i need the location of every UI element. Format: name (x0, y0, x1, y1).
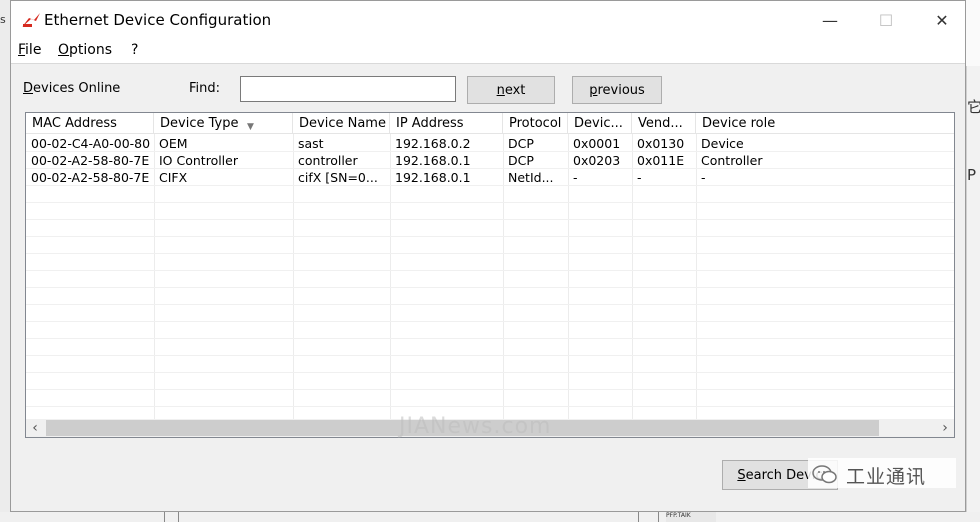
background-divider (164, 512, 165, 522)
cell-protocol: DCP (508, 153, 534, 168)
cell-device-role: Controller (701, 153, 763, 168)
grid-line (26, 219, 954, 220)
cell-ip-address: 192.168.0.1 (395, 153, 471, 168)
grid-line (26, 236, 954, 237)
grid-line (26, 372, 954, 373)
cell-device-role: - (701, 170, 706, 185)
grid-line (26, 304, 954, 305)
next-button-label: next (496, 82, 526, 98)
devices-online-label: Devices Online (23, 81, 121, 96)
background-bottom-strip (0, 512, 980, 522)
grid-line (26, 389, 954, 390)
previous-button-label: previous (589, 82, 645, 98)
background-divider (658, 512, 659, 522)
column-header-device-name[interactable]: Device Name (293, 113, 390, 133)
previous-button[interactable]: previous (572, 76, 662, 104)
maximize-button[interactable]: ☐ (863, 1, 909, 39)
cell-device-id: 0x0203 (573, 153, 621, 168)
cell-ip-address: 192.168.0.1 (395, 170, 471, 185)
close-button[interactable]: ✕ (919, 1, 965, 39)
cell-mac: 00-02-A2-58-80-7E (31, 153, 150, 168)
app-logo-icon (22, 13, 40, 27)
cell-device-id: - (573, 170, 578, 185)
background-right-text: 它 (967, 98, 980, 116)
cell-vendor-id: 0x011E (637, 153, 685, 168)
table-row[interactable]: 00-02-A2-58-80-7E CIFX cifX [SN=0... 192… (26, 169, 954, 186)
menu-bar: File Options ? (11, 39, 965, 64)
wechat-icon (812, 465, 837, 484)
cell-mac: 00-02-C4-A0-00-80 (31, 136, 151, 151)
cell-device-type: IO Controller (159, 153, 238, 168)
background-divider (178, 512, 179, 522)
minimize-button[interactable]: — (807, 1, 853, 39)
grid-line (26, 321, 954, 322)
window-title: Ethernet Device Configuration (44, 11, 272, 29)
table-row[interactable]: 00-02-A2-58-80-7E IO Controller controll… (26, 152, 954, 169)
column-header-device-id[interactable]: Devic... (568, 113, 632, 133)
column-header-device-type-label: Device Type (160, 116, 239, 131)
column-header-protocol[interactable]: Protocol (503, 113, 568, 133)
cell-vendor-id: 0x0130 (637, 136, 685, 151)
background-divider (638, 512, 639, 522)
cell-device-role: Device (701, 136, 744, 151)
table-header: MAC Address Device Type ▼ Device Name IP… (26, 113, 954, 134)
cell-protocol: DCP (508, 136, 534, 151)
grid-line (26, 338, 954, 339)
menu-file[interactable]: File (18, 42, 41, 58)
find-input[interactable] (240, 76, 456, 102)
cell-vendor-id: - (637, 170, 642, 185)
table-row[interactable]: 00-02-C4-A0-00-80 OEM sast 192.168.0.2 D… (26, 135, 954, 152)
cell-mac: 00-02-A2-58-80-7E (31, 170, 150, 185)
grid-line (26, 270, 954, 271)
column-header-device-role[interactable]: Device role (696, 113, 954, 133)
column-header-ip-address[interactable]: IP Address (390, 113, 503, 133)
scroll-left-icon[interactable]: ‹ (26, 419, 44, 437)
watermark-text: JIANews.com (399, 414, 552, 439)
column-header-vendor-id[interactable]: Vend... (632, 113, 696, 133)
cell-device-name: controller (298, 153, 358, 168)
title-bar[interactable]: Ethernet Device Configuration — ☐ ✕ (11, 1, 965, 39)
background-right-text: P (967, 166, 977, 184)
next-button[interactable]: next (467, 76, 555, 104)
grid-line (26, 355, 954, 356)
column-header-mac[interactable]: MAC Address (26, 113, 154, 133)
scroll-right-icon[interactable]: › (936, 419, 954, 437)
cell-device-name: cifX [SN=0... (298, 170, 378, 185)
background-right-strip (966, 66, 980, 522)
background-thumbnail: PFP.TAIK (666, 512, 716, 522)
menu-help[interactable]: ? (131, 42, 138, 58)
cell-ip-address: 192.168.0.2 (395, 136, 471, 151)
devices-table[interactable]: MAC Address Device Type ▼ Device Name IP… (25, 112, 955, 438)
watermark-badge-text: 工业通讯 (846, 466, 927, 488)
cell-device-type: CIFX (159, 170, 188, 185)
background-left-strip (0, 0, 10, 522)
sort-down-icon: ▼ (247, 122, 254, 132)
background-left-text: s (0, 13, 6, 26)
cell-device-id: 0x0001 (573, 136, 621, 151)
grid-line (26, 253, 954, 254)
cell-device-name: sast (298, 136, 324, 151)
grid-line (26, 406, 954, 407)
menu-options[interactable]: Options (58, 42, 112, 58)
column-header-device-type[interactable]: Device Type ▼ (154, 113, 293, 133)
cell-device-type: OEM (159, 136, 188, 151)
grid-line (26, 287, 954, 288)
cell-protocol: NetId... (508, 170, 554, 185)
find-label: Find: (189, 81, 221, 96)
grid-line (26, 202, 954, 203)
